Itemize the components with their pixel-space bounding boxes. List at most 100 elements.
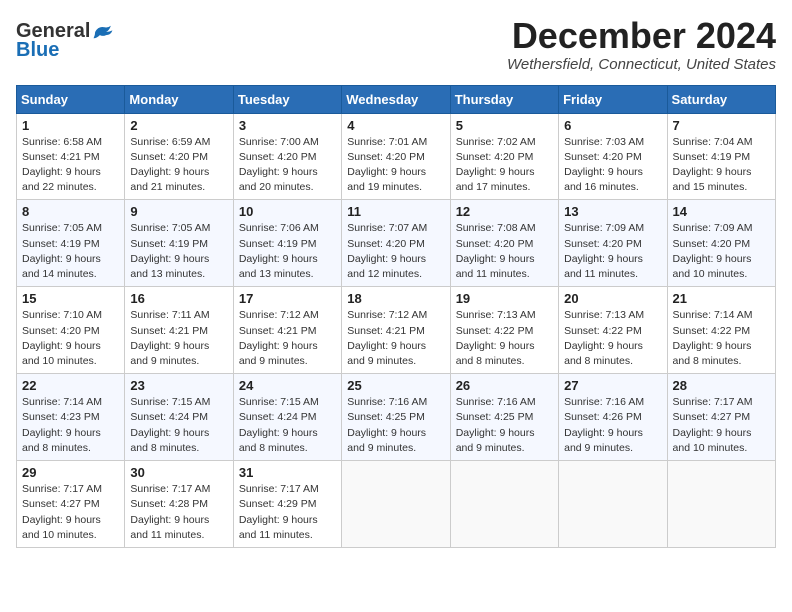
calendar-cell: 20 Sunrise: 7:13 AMSunset: 4:22 PMDayligh… (559, 287, 667, 374)
day-info: Sunrise: 7:03 AMSunset: 4:20 PMDaylight:… (564, 135, 661, 196)
day-number: 15 (22, 291, 119, 306)
location-subtitle: Wethersfield, Connecticut, United States (507, 56, 776, 73)
day-info: Sunrise: 7:07 AMSunset: 4:20 PMDaylight:… (347, 221, 444, 282)
day-header-monday: Monday (125, 85, 233, 113)
day-number: 29 (22, 465, 119, 480)
day-info: Sunrise: 6:58 AMSunset: 4:21 PMDaylight:… (22, 135, 119, 196)
calendar-header-row: SundayMondayTuesdayWednesdayThursdayFrid… (17, 85, 776, 113)
day-info: Sunrise: 7:17 AMSunset: 4:29 PMDaylight:… (239, 482, 336, 543)
day-number: 6 (564, 118, 661, 133)
calendar-cell: 26Sunrise: 7:16 AMSunset: 4:25 PMDayligh… (450, 374, 558, 461)
day-number: 21 (673, 291, 770, 306)
day-number: 8 (22, 204, 119, 219)
day-number: 20 (564, 291, 661, 306)
calendar-cell: 10 Sunrise: 7:06 AMSunset: 4:19 PMDayligh… (233, 200, 341, 287)
calendar-table: SundayMondayTuesdayWednesdayThursdayFrid… (16, 85, 776, 548)
calendar-cell: 24 Sunrise: 7:15 AMSunset: 4:24 PMDayligh… (233, 374, 341, 461)
day-header-wednesday: Wednesday (342, 85, 450, 113)
day-number: 16 (130, 291, 227, 306)
day-number: 27 (564, 378, 661, 393)
calendar-cell: 2 Sunrise: 6:59 AMSunset: 4:20 PMDaylight… (125, 113, 233, 200)
calendar-cell: 11 Sunrise: 7:07 AMSunset: 4:20 PMDayligh… (342, 200, 450, 287)
day-number: 10 (239, 204, 336, 219)
logo-bird-icon (92, 23, 114, 41)
calendar-cell: 18 Sunrise: 7:12 AMSunset: 4:21 PMDayligh… (342, 287, 450, 374)
calendar-cell: 17 Sunrise: 7:12 AMSunset: 4:21 PMDayligh… (233, 287, 341, 374)
month-title: December 2024 (507, 16, 776, 56)
calendar-cell: 30 Sunrise: 7:17 AMSunset: 4:28 PMDayligh… (125, 461, 233, 548)
calendar-cell: 6 Sunrise: 7:03 AMSunset: 4:20 PMDaylight… (559, 113, 667, 200)
day-number: 17 (239, 291, 336, 306)
day-info: Sunrise: 7:01 AMSunset: 4:20 PMDaylight:… (347, 135, 444, 196)
day-number: 2 (130, 118, 227, 133)
day-number: 24 (239, 378, 336, 393)
day-number: 5 (456, 118, 553, 133)
calendar-week-row: 29Sunrise: 7:17 AMSunset: 4:27 PMDayligh… (17, 461, 776, 548)
calendar-cell: 13Sunrise: 7:09 AMSunset: 4:20 PMDayligh… (559, 200, 667, 287)
day-info: Sunrise: 7:12 AMSunset: 4:21 PMDaylight:… (347, 308, 444, 369)
calendar-week-row: 8 Sunrise: 7:05 AMSunset: 4:19 PMDaylight… (17, 200, 776, 287)
day-number: 19 (456, 291, 553, 306)
day-info: Sunrise: 6:59 AMSunset: 4:20 PMDaylight:… (130, 135, 227, 196)
day-info: Sunrise: 7:16 AMSunset: 4:25 PMDaylight:… (456, 395, 553, 456)
calendar-week-row: 15 Sunrise: 7:10 AMSunset: 4:20 PMDayligh… (17, 287, 776, 374)
day-info: Sunrise: 7:10 AMSunset: 4:20 PMDaylight:… (22, 308, 119, 369)
day-header-saturday: Saturday (667, 85, 775, 113)
logo-blue: Blue (16, 39, 59, 62)
day-info: Sunrise: 7:06 AMSunset: 4:19 PMDaylight:… (239, 221, 336, 282)
day-info: Sunrise: 7:11 AMSunset: 4:21 PMDaylight:… (130, 308, 227, 369)
day-info: Sunrise: 7:17 AMSunset: 4:27 PMDaylight:… (673, 395, 770, 456)
day-number: 22 (22, 378, 119, 393)
day-info: Sunrise: 7:14 AMSunset: 4:23 PMDaylight:… (22, 395, 119, 456)
calendar-cell: 1Sunrise: 6:58 AMSunset: 4:21 PMDaylight… (17, 113, 125, 200)
day-header-friday: Friday (559, 85, 667, 113)
day-info: Sunrise: 7:16 AMSunset: 4:26 PMDaylight:… (564, 395, 661, 456)
calendar-cell: 25Sunrise: 7:16 AMSunset: 4:25 PMDayligh… (342, 374, 450, 461)
calendar-cell: 7 Sunrise: 7:04 AMSunset: 4:19 PMDaylight… (667, 113, 775, 200)
calendar-cell: 23Sunrise: 7:15 AMSunset: 4:24 PMDayligh… (125, 374, 233, 461)
calendar-cell: 9Sunrise: 7:05 AMSunset: 4:19 PMDaylight… (125, 200, 233, 287)
day-info: Sunrise: 7:05 AMSunset: 4:19 PMDaylight:… (22, 221, 119, 282)
calendar-cell: 14Sunrise: 7:09 AMSunset: 4:20 PMDayligh… (667, 200, 775, 287)
day-header-thursday: Thursday (450, 85, 558, 113)
calendar-cell: 4 Sunrise: 7:01 AMSunset: 4:20 PMDaylight… (342, 113, 450, 200)
day-number: 30 (130, 465, 227, 480)
day-info: Sunrise: 7:13 AMSunset: 4:22 PMDaylight:… (456, 308, 553, 369)
calendar-cell: 27 Sunrise: 7:16 AMSunset: 4:26 PMDayligh… (559, 374, 667, 461)
day-number: 28 (673, 378, 770, 393)
day-info: Sunrise: 7:14 AMSunset: 4:22 PMDaylight:… (673, 308, 770, 369)
day-info: Sunrise: 7:00 AMSunset: 4:20 PMDaylight:… (239, 135, 336, 196)
calendar-cell: 5 Sunrise: 7:02 AMSunset: 4:20 PMDaylight… (450, 113, 558, 200)
day-header-sunday: Sunday (17, 85, 125, 113)
day-number: 7 (673, 118, 770, 133)
day-number: 12 (456, 204, 553, 219)
day-number: 18 (347, 291, 444, 306)
day-number: 3 (239, 118, 336, 133)
day-info: Sunrise: 7:04 AMSunset: 4:19 PMDaylight:… (673, 135, 770, 196)
day-number: 23 (130, 378, 227, 393)
day-info: Sunrise: 7:15 AMSunset: 4:24 PMDaylight:… (239, 395, 336, 456)
day-info: Sunrise: 7:13 AMSunset: 4:22 PMDaylight:… (564, 308, 661, 369)
day-info: Sunrise: 7:02 AMSunset: 4:20 PMDaylight:… (456, 135, 553, 196)
calendar-cell (342, 461, 450, 548)
day-info: Sunrise: 7:09 AMSunset: 4:20 PMDaylight:… (673, 221, 770, 282)
calendar-cell: 12 Sunrise: 7:08 AMSunset: 4:20 PMDayligh… (450, 200, 558, 287)
calendar-cell: 22 Sunrise: 7:14 AMSunset: 4:23 PMDayligh… (17, 374, 125, 461)
day-number: 4 (347, 118, 444, 133)
calendar-cell (450, 461, 558, 548)
day-header-tuesday: Tuesday (233, 85, 341, 113)
day-info: Sunrise: 7:05 AMSunset: 4:19 PMDaylight:… (130, 221, 227, 282)
calendar-cell: 3 Sunrise: 7:00 AMSunset: 4:20 PMDaylight… (233, 113, 341, 200)
day-number: 11 (347, 204, 444, 219)
calendar-cell: 31 Sunrise: 7:17 AMSunset: 4:29 PMDayligh… (233, 461, 341, 548)
day-info: Sunrise: 7:12 AMSunset: 4:21 PMDaylight:… (239, 308, 336, 369)
calendar-week-row: 1Sunrise: 6:58 AMSunset: 4:21 PMDaylight… (17, 113, 776, 200)
title-block: December 2024 Wethersfield, Connecticut,… (507, 16, 776, 73)
day-number: 13 (564, 204, 661, 219)
day-info: Sunrise: 7:17 AMSunset: 4:28 PMDaylight:… (130, 482, 227, 543)
calendar-week-row: 22 Sunrise: 7:14 AMSunset: 4:23 PMDayligh… (17, 374, 776, 461)
day-info: Sunrise: 7:08 AMSunset: 4:20 PMDaylight:… (456, 221, 553, 282)
calendar-cell: 21 Sunrise: 7:14 AMSunset: 4:22 PMDayligh… (667, 287, 775, 374)
day-number: 31 (239, 465, 336, 480)
calendar-cell: 28 Sunrise: 7:17 AMSunset: 4:27 PMDayligh… (667, 374, 775, 461)
